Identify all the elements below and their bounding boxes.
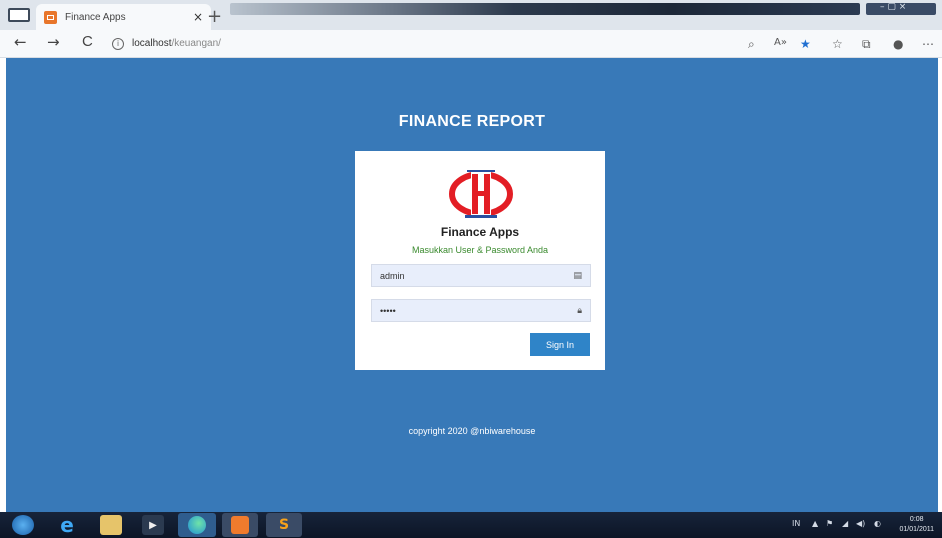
sign-in-button[interactable]: Sign In bbox=[530, 333, 590, 356]
xampp-icon[interactable] bbox=[222, 513, 258, 537]
username-field[interactable]: ▤ bbox=[371, 264, 591, 287]
tab-close-icon[interactable]: × bbox=[193, 10, 203, 24]
tab-title: Finance Apps bbox=[65, 11, 126, 23]
action-center-flag-icon[interactable]: ⚑ bbox=[826, 519, 833, 528]
collections-icon[interactable]: ⧉ bbox=[862, 37, 871, 52]
favorite-star-icon[interactable]: ★ bbox=[800, 37, 811, 51]
login-instruction: Masukkan User & Password Anda bbox=[411, 245, 549, 255]
app-name: Finance Apps bbox=[440, 225, 520, 239]
browser-toolbar: ← → C i localhost/keuangan/ ⌕ A» ★ ☆ ⧉ ●… bbox=[0, 30, 942, 58]
media-player-icon[interactable]: ▶ bbox=[142, 515, 164, 535]
tray-expand-icon[interactable]: ▲ bbox=[812, 519, 818, 528]
forward-button[interactable]: → bbox=[47, 33, 60, 51]
window-controls[interactable]: – ▢ × bbox=[866, 2, 936, 15]
address-bar[interactable]: i localhost/keuangan/ bbox=[112, 33, 732, 54]
url-path: /keuangan/ bbox=[171, 38, 221, 49]
username-input[interactable] bbox=[380, 270, 574, 281]
edge-icon[interactable] bbox=[178, 513, 216, 537]
clock-date: 01/01/2011 bbox=[899, 526, 934, 533]
login-page: FINANCE REPORT Finance Apps Masukkan Use… bbox=[6, 58, 938, 512]
company-logo bbox=[449, 170, 513, 218]
id-card-icon: ▤ bbox=[573, 270, 582, 281]
network-icon[interactable]: ◢ bbox=[842, 519, 848, 528]
login-card: Finance Apps Masukkan User & Password An… bbox=[355, 151, 605, 370]
clock-time: 0:08 bbox=[909, 516, 924, 523]
lock-icon: 🔒︎ bbox=[577, 305, 582, 316]
tabstrip-background bbox=[230, 3, 860, 15]
back-button[interactable]: ← bbox=[14, 33, 27, 51]
taskbar: e ▶ S IN ▲ ⚑ ◢ ◀) ◐ 0:08 01/01/2011 bbox=[0, 512, 942, 538]
explorer-icon[interactable] bbox=[100, 515, 122, 535]
windows-start-icon[interactable] bbox=[12, 515, 34, 535]
search-icon[interactable]: ⌕ bbox=[748, 37, 755, 52]
reload-button[interactable]: C bbox=[82, 33, 93, 50]
system-clock[interactable]: 0:08 01/01/2011 bbox=[899, 515, 934, 535]
sublime-icon[interactable]: S bbox=[266, 513, 302, 537]
more-menu-icon[interactable]: ⋯ bbox=[922, 37, 934, 51]
url-host: localhost bbox=[132, 38, 172, 49]
ie-icon[interactable]: e bbox=[56, 513, 78, 537]
favorites-icon[interactable]: ☆ bbox=[832, 37, 843, 51]
password-field[interactable]: 🔒︎ bbox=[371, 299, 591, 322]
page-title: FINANCE REPORT bbox=[398, 113, 546, 130]
window-controls-icons[interactable]: – ▢ × bbox=[880, 2, 906, 12]
browser-tab[interactable]: Finance Apps × bbox=[36, 4, 211, 30]
copyright-text: copyright 2020 @nbiwarehouse bbox=[408, 426, 536, 436]
browser-tabstrip: Finance Apps × + – ▢ × bbox=[0, 0, 942, 32]
new-tab-button[interactable]: + bbox=[207, 6, 222, 27]
password-input[interactable] bbox=[380, 305, 578, 316]
volume-icon[interactable]: ◀) bbox=[856, 519, 865, 528]
tab-actions-icon[interactable] bbox=[8, 8, 30, 22]
favicon-icon bbox=[44, 10, 57, 24]
read-aloud-icon[interactable]: A» bbox=[774, 37, 787, 48]
site-info-icon[interactable]: i bbox=[112, 37, 124, 50]
power-icon[interactable]: ◐ bbox=[874, 519, 881, 528]
profile-icon[interactable]: ● bbox=[893, 37, 903, 51]
language-indicator[interactable]: IN bbox=[792, 519, 800, 528]
